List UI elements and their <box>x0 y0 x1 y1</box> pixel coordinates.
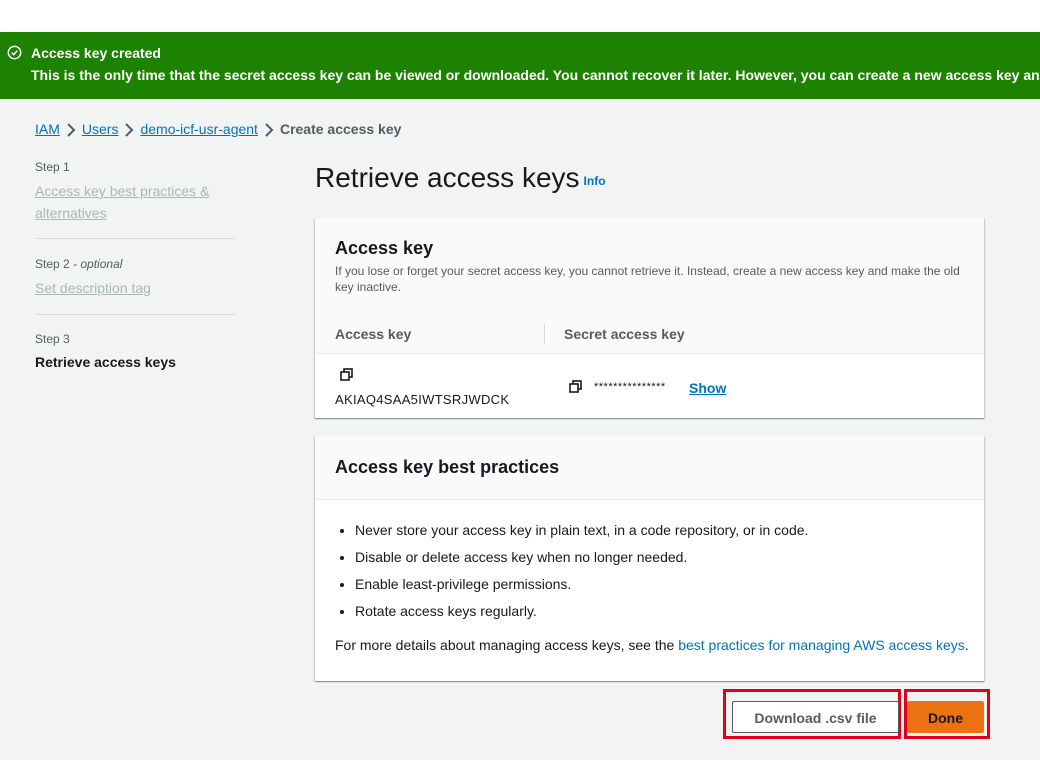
list-item: Enable least-privilege permissions. <box>355 575 808 593</box>
access-key-card-title: Access key <box>335 238 434 258</box>
breadcrumb: IAM Users demo-icf-usr-agent Create acce… <box>35 121 401 137</box>
show-secret-link[interactable]: Show <box>689 380 726 396</box>
step-2-optional: - optional <box>73 257 123 271</box>
best-practices-list: Never store your access key in plain tex… <box>335 521 808 629</box>
check-circle-icon <box>7 45 22 60</box>
breadcrumb-current: Create access key <box>279 121 402 138</box>
col-access-key: Access key <box>335 326 412 342</box>
step-2-number: Step 2 - optional <box>35 257 123 271</box>
download-csv-button[interactable]: Download .csv file <box>732 701 899 733</box>
page-title-text: Retrieve access keys <box>315 162 580 193</box>
chevron-right-icon <box>60 121 82 138</box>
access-key-value: AKIAQ4SAA5IWTSRJWDCK <box>335 392 510 407</box>
best-practices-link[interactable]: best practices for managing AWS access k… <box>678 637 965 653</box>
step-2-link[interactable]: Set description tag <box>35 277 235 299</box>
top-bar <box>0 0 1040 32</box>
breadcrumb-users[interactable]: Users <box>82 121 119 137</box>
breadcrumb-user[interactable]: demo-icf-usr-agent <box>140 121 258 137</box>
list-item: Disable or delete access key when no lon… <box>355 548 808 566</box>
success-flash-banner: Access key created This is the only time… <box>0 32 1040 99</box>
flash-message: This is the only time that the secret ac… <box>31 67 1040 83</box>
access-key-card-description: If you lose or forget your secret access… <box>335 264 960 294</box>
more-details-prefix: For more details about managing access k… <box>335 637 679 653</box>
flash-title: Access key created <box>31 45 161 61</box>
step-3-current: Retrieve access keys <box>35 354 176 370</box>
more-details-text: For more details about managing access k… <box>335 637 969 653</box>
step-1-number: Step 1 <box>35 160 70 174</box>
chevron-right-icon <box>118 121 140 138</box>
column-divider <box>544 324 545 344</box>
done-button[interactable]: Done <box>907 701 984 733</box>
info-link[interactable]: Info <box>584 174 606 188</box>
page-title: Retrieve access keys Info <box>315 162 606 194</box>
col-secret-access-key: Secret access key <box>564 326 685 342</box>
copy-secret-key-icon[interactable] <box>569 380 582 393</box>
breadcrumb-iam[interactable]: IAM <box>35 121 60 137</box>
step-3-number: Step 3 <box>35 332 70 346</box>
list-item: Never store your access key in plain tex… <box>355 521 808 539</box>
step-1-link[interactable]: Access key best practices & alternatives <box>35 180 225 224</box>
access-key-table-header: Access key Secret access key <box>315 315 984 354</box>
chevron-right-icon <box>258 121 280 138</box>
copy-access-key-icon[interactable] <box>340 368 353 381</box>
secret-key-masked: *************** <box>594 381 666 393</box>
best-practices-card-title: Access key best practices <box>335 457 560 477</box>
best-practices-card: Access key best practices Never store yo… <box>315 436 984 681</box>
list-item: Rotate access keys regularly. <box>355 602 808 620</box>
wizard-steps: Step 1 Access key best practices & alter… <box>35 160 235 370</box>
more-details-suffix: . <box>964 637 969 653</box>
access-key-card: Access key If you lose or forget your se… <box>315 218 984 418</box>
